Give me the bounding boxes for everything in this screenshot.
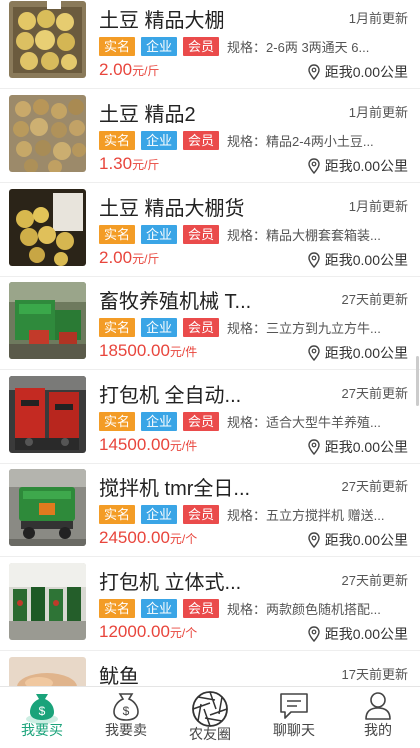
- listing-spec: 规格：五立方搅拌机 赠送...: [227, 508, 385, 523]
- location-pin-icon: [308, 252, 320, 268]
- listing-spec: 规格：三立方到九立方牛...: [227, 321, 381, 336]
- listing-price: 24500.00元/个: [99, 528, 198, 547]
- listing-price: 12000.00元/个: [99, 622, 198, 641]
- update-time: 17天前更新: [341, 667, 408, 682]
- location-pin-icon: [308, 439, 320, 455]
- listing-title: 打包机 立体式...: [99, 572, 242, 594]
- listing-spec: 规格：适合大型牛羊养殖...: [227, 415, 381, 430]
- listing-title: 打包机 全自动...: [99, 385, 242, 407]
- tag-real-name: 实名: [99, 37, 136, 56]
- tab-label: 我要买: [21, 722, 63, 738]
- location-pin-icon: [308, 532, 320, 548]
- aperture-icon: [192, 691, 228, 727]
- update-time: 1月前更新: [348, 11, 408, 26]
- tag-member: 会员: [183, 412, 220, 431]
- product-image: [9, 376, 86, 453]
- tag-real-name: 实名: [99, 318, 136, 337]
- update-time: 27天前更新: [341, 573, 408, 588]
- product-image: [9, 563, 86, 640]
- distance: 距我0.00公里: [307, 530, 408, 550]
- tab-label: 我的: [364, 722, 392, 738]
- tag-real-name: 实名: [99, 505, 136, 524]
- listing-spec: 规格：两款颜色随机搭配...: [227, 602, 381, 617]
- listing-title: 土豆 精品大棚货: [99, 198, 245, 220]
- list-item[interactable]: 畜牧养殖机械 T... 27天前更新 实名 企业 会员 规格：三立方到九立方牛.…: [0, 277, 420, 370]
- listing-title: 土豆 精品2: [99, 104, 196, 126]
- listing-title: 鱿鱼: [99, 666, 139, 686]
- listing-price: 2.00元/斤: [99, 248, 160, 267]
- location-pin-icon: [308, 64, 320, 80]
- distance: 距我0.00公里: [307, 437, 408, 457]
- update-time: 1月前更新: [348, 199, 408, 214]
- product-image: [9, 469, 86, 546]
- tag-real-name: 实名: [99, 412, 136, 431]
- tag-real-name: 实名: [99, 599, 136, 618]
- tab-circle[interactable]: 农友圈: [168, 687, 252, 748]
- location-pin-icon: [308, 158, 320, 174]
- person-icon: [365, 692, 391, 720]
- svg-text:$: $: [123, 704, 130, 718]
- list-item[interactable]: 土豆 精品2 1月前更新 实名 企业 会员 规格：精品2-4两小土豆... 1.…: [0, 90, 420, 183]
- product-image: [9, 189, 86, 266]
- tab-label: 我要卖: [105, 722, 147, 738]
- location-pin-icon: [308, 345, 320, 361]
- listing-price: 14500.00元/件: [99, 435, 198, 454]
- tag-real-name: 实名: [99, 131, 136, 150]
- tag-member: 会员: [183, 505, 220, 524]
- tag-enterprise: 企业: [141, 599, 178, 618]
- tag-member: 会员: [183, 37, 220, 56]
- update-time: 27天前更新: [341, 479, 408, 494]
- tab-chat[interactable]: 聊聊天: [252, 687, 336, 748]
- listing-title: 畜牧养殖机械 T...: [99, 291, 252, 313]
- listing-price: 2.00元/斤: [99, 60, 160, 79]
- listing-spec: 规格：精品2-4两小土豆...: [227, 134, 374, 149]
- list-item[interactable]: 鱿鱼 17天前更新: [0, 652, 420, 686]
- tag-enterprise: 企业: [141, 225, 178, 244]
- tag-member: 会员: [183, 131, 220, 150]
- listing-list[interactable]: 土豆 精品大棚 1月前更新 实名 企业 会员 规格：2-6两 3两通天 6...…: [0, 0, 420, 686]
- tag-member: 会员: [183, 318, 220, 337]
- distance: 距我0.00公里: [307, 343, 408, 363]
- product-image: [9, 282, 86, 359]
- distance: 距我0.00公里: [307, 624, 408, 644]
- tag-enterprise: 企业: [141, 318, 178, 337]
- distance: 距我0.00公里: [307, 250, 408, 270]
- update-time: 27天前更新: [341, 386, 408, 401]
- listing-spec: 规格：精品大棚套套箱装...: [227, 228, 381, 243]
- tab-buy[interactable]: $ 我要买: [0, 687, 84, 748]
- tab-label: 农友圈: [189, 726, 231, 742]
- chat-bubble-icon: [280, 693, 308, 719]
- tag-enterprise: 企业: [141, 412, 178, 431]
- scrollbar[interactable]: [416, 356, 419, 406]
- bottom-tab-bar: $ 我要买 $ 我要卖 农友圈 聊聊天 我的: [0, 686, 420, 748]
- product-image: [9, 1, 86, 78]
- listing-price: 18500.00元/件: [99, 341, 198, 360]
- listing-price: 1.30元/斤: [99, 154, 160, 173]
- distance: 距我0.00公里: [307, 62, 408, 82]
- tag-enterprise: 企业: [141, 131, 178, 150]
- tag-member: 会员: [183, 225, 220, 244]
- tab-sell[interactable]: $ 我要卖: [84, 687, 168, 748]
- tab-label: 聊聊天: [273, 722, 315, 738]
- svg-text:$: $: [39, 704, 46, 718]
- tab-mine[interactable]: 我的: [336, 687, 420, 748]
- listing-spec: 规格：2-6两 3两通天 6...: [227, 40, 370, 55]
- list-item[interactable]: 搅拌机 tmr全日... 27天前更新 实名 企业 会员 规格：五立方搅拌机 赠…: [0, 464, 420, 557]
- tag-member: 会员: [183, 599, 220, 618]
- distance: 距我0.00公里: [307, 156, 408, 176]
- list-item[interactable]: 打包机 全自动... 27天前更新 实名 企业 会员 规格：适合大型牛羊养殖..…: [0, 371, 420, 464]
- listing-title: 搅拌机 tmr全日...: [99, 478, 251, 500]
- product-image: [9, 95, 86, 172]
- tag-enterprise: 企业: [141, 37, 178, 56]
- listing-title: 土豆 精品大棚: [99, 10, 225, 32]
- update-time: 1月前更新: [348, 105, 408, 120]
- list-item[interactable]: 土豆 精品大棚 1月前更新 实名 企业 会员 规格：2-6两 3两通天 6...…: [0, 0, 420, 89]
- update-time: 27天前更新: [341, 292, 408, 307]
- product-image: [9, 657, 86, 686]
- location-pin-icon: [308, 626, 320, 642]
- tag-real-name: 实名: [99, 225, 136, 244]
- list-item[interactable]: 打包机 立体式... 27天前更新 实名 企业 会员 规格：两款颜色随机搭配..…: [0, 558, 420, 651]
- tag-enterprise: 企业: [141, 505, 178, 524]
- list-item[interactable]: 土豆 精品大棚货 1月前更新 实名 企业 会员 规格：精品大棚套套箱装... 2…: [0, 184, 420, 277]
